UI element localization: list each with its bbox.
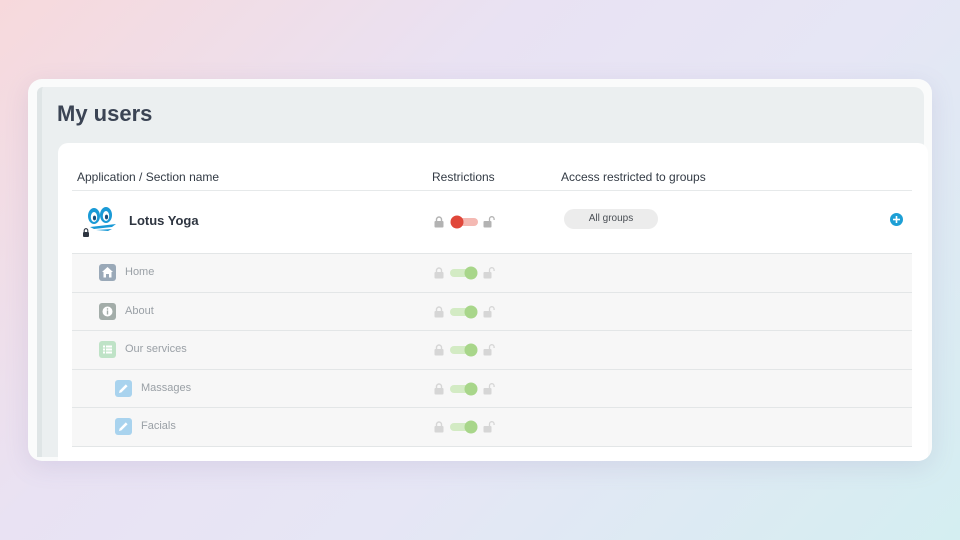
section-row[interactable]: About: [72, 292, 912, 331]
app-name: Lotus Yoga: [129, 213, 199, 228]
locked-icon: [434, 216, 444, 228]
groups-selector[interactable]: All groups: [564, 209, 658, 229]
locked-icon: [434, 267, 444, 279]
home-icon: [99, 264, 116, 281]
app-row[interactable]: Lotus Yoga All groups: [72, 191, 912, 254]
section-row[interactable]: Facials: [72, 408, 912, 447]
pencil-icon: [115, 379, 132, 397]
users-card: Application / Section name Restrictions …: [58, 143, 928, 461]
section-restriction-toggle[interactable]: [449, 266, 479, 280]
section-row[interactable]: Massages: [72, 369, 912, 408]
unlocked-icon: [483, 382, 495, 394]
plus-circle-icon[interactable]: [890, 213, 903, 226]
users-panel: My users Application / Section name Rest…: [37, 87, 928, 461]
section-name: Massages: [141, 381, 192, 394]
table-header: Application / Section name Restrictions …: [72, 143, 912, 191]
unlocked-icon: [483, 216, 495, 228]
section-row[interactable]: Our services: [72, 331, 912, 370]
locked-icon: [434, 421, 444, 433]
section-restriction-toggle[interactable]: [449, 382, 479, 396]
header-groups: Access restricted to groups: [561, 170, 706, 184]
section-restriction-control: [434, 381, 500, 397]
pencil-icon: [115, 418, 132, 435]
section-name: Our services: [125, 343, 187, 355]
section-name: Facials: [141, 420, 176, 432]
section-name: About: [125, 304, 154, 317]
page-title: My users: [57, 101, 153, 126]
app-restriction-toggle[interactable]: [449, 215, 479, 229]
header-name: Application / Section name: [77, 170, 220, 184]
lotus-yoga-logo: [83, 207, 116, 237]
unlocked-icon: [483, 267, 495, 279]
locked-icon: [434, 382, 444, 394]
section-row[interactable]: Home: [72, 254, 912, 293]
list-icon: [99, 341, 116, 358]
unlocked-icon: [483, 305, 495, 317]
section-restriction-control: [434, 342, 500, 358]
unlocked-icon: [483, 421, 495, 433]
info-icon: [99, 302, 116, 320]
locked-icon: [434, 305, 444, 317]
section-restriction-toggle[interactable]: [449, 305, 479, 319]
section-restriction-toggle[interactable]: [449, 420, 479, 434]
section-name: Home: [125, 266, 155, 278]
unlocked-icon: [483, 344, 495, 356]
app-restriction-control: [434, 214, 500, 230]
section-restriction-toggle[interactable]: [449, 343, 479, 357]
locked-icon: [434, 344, 444, 356]
section-restriction-control: [434, 419, 500, 435]
section-restriction-control: [434, 304, 500, 320]
section-restriction-control: [434, 265, 500, 281]
header-restrictions: Restrictions: [432, 170, 495, 184]
window-frame: My users Application / Section name Rest…: [28, 79, 932, 461]
